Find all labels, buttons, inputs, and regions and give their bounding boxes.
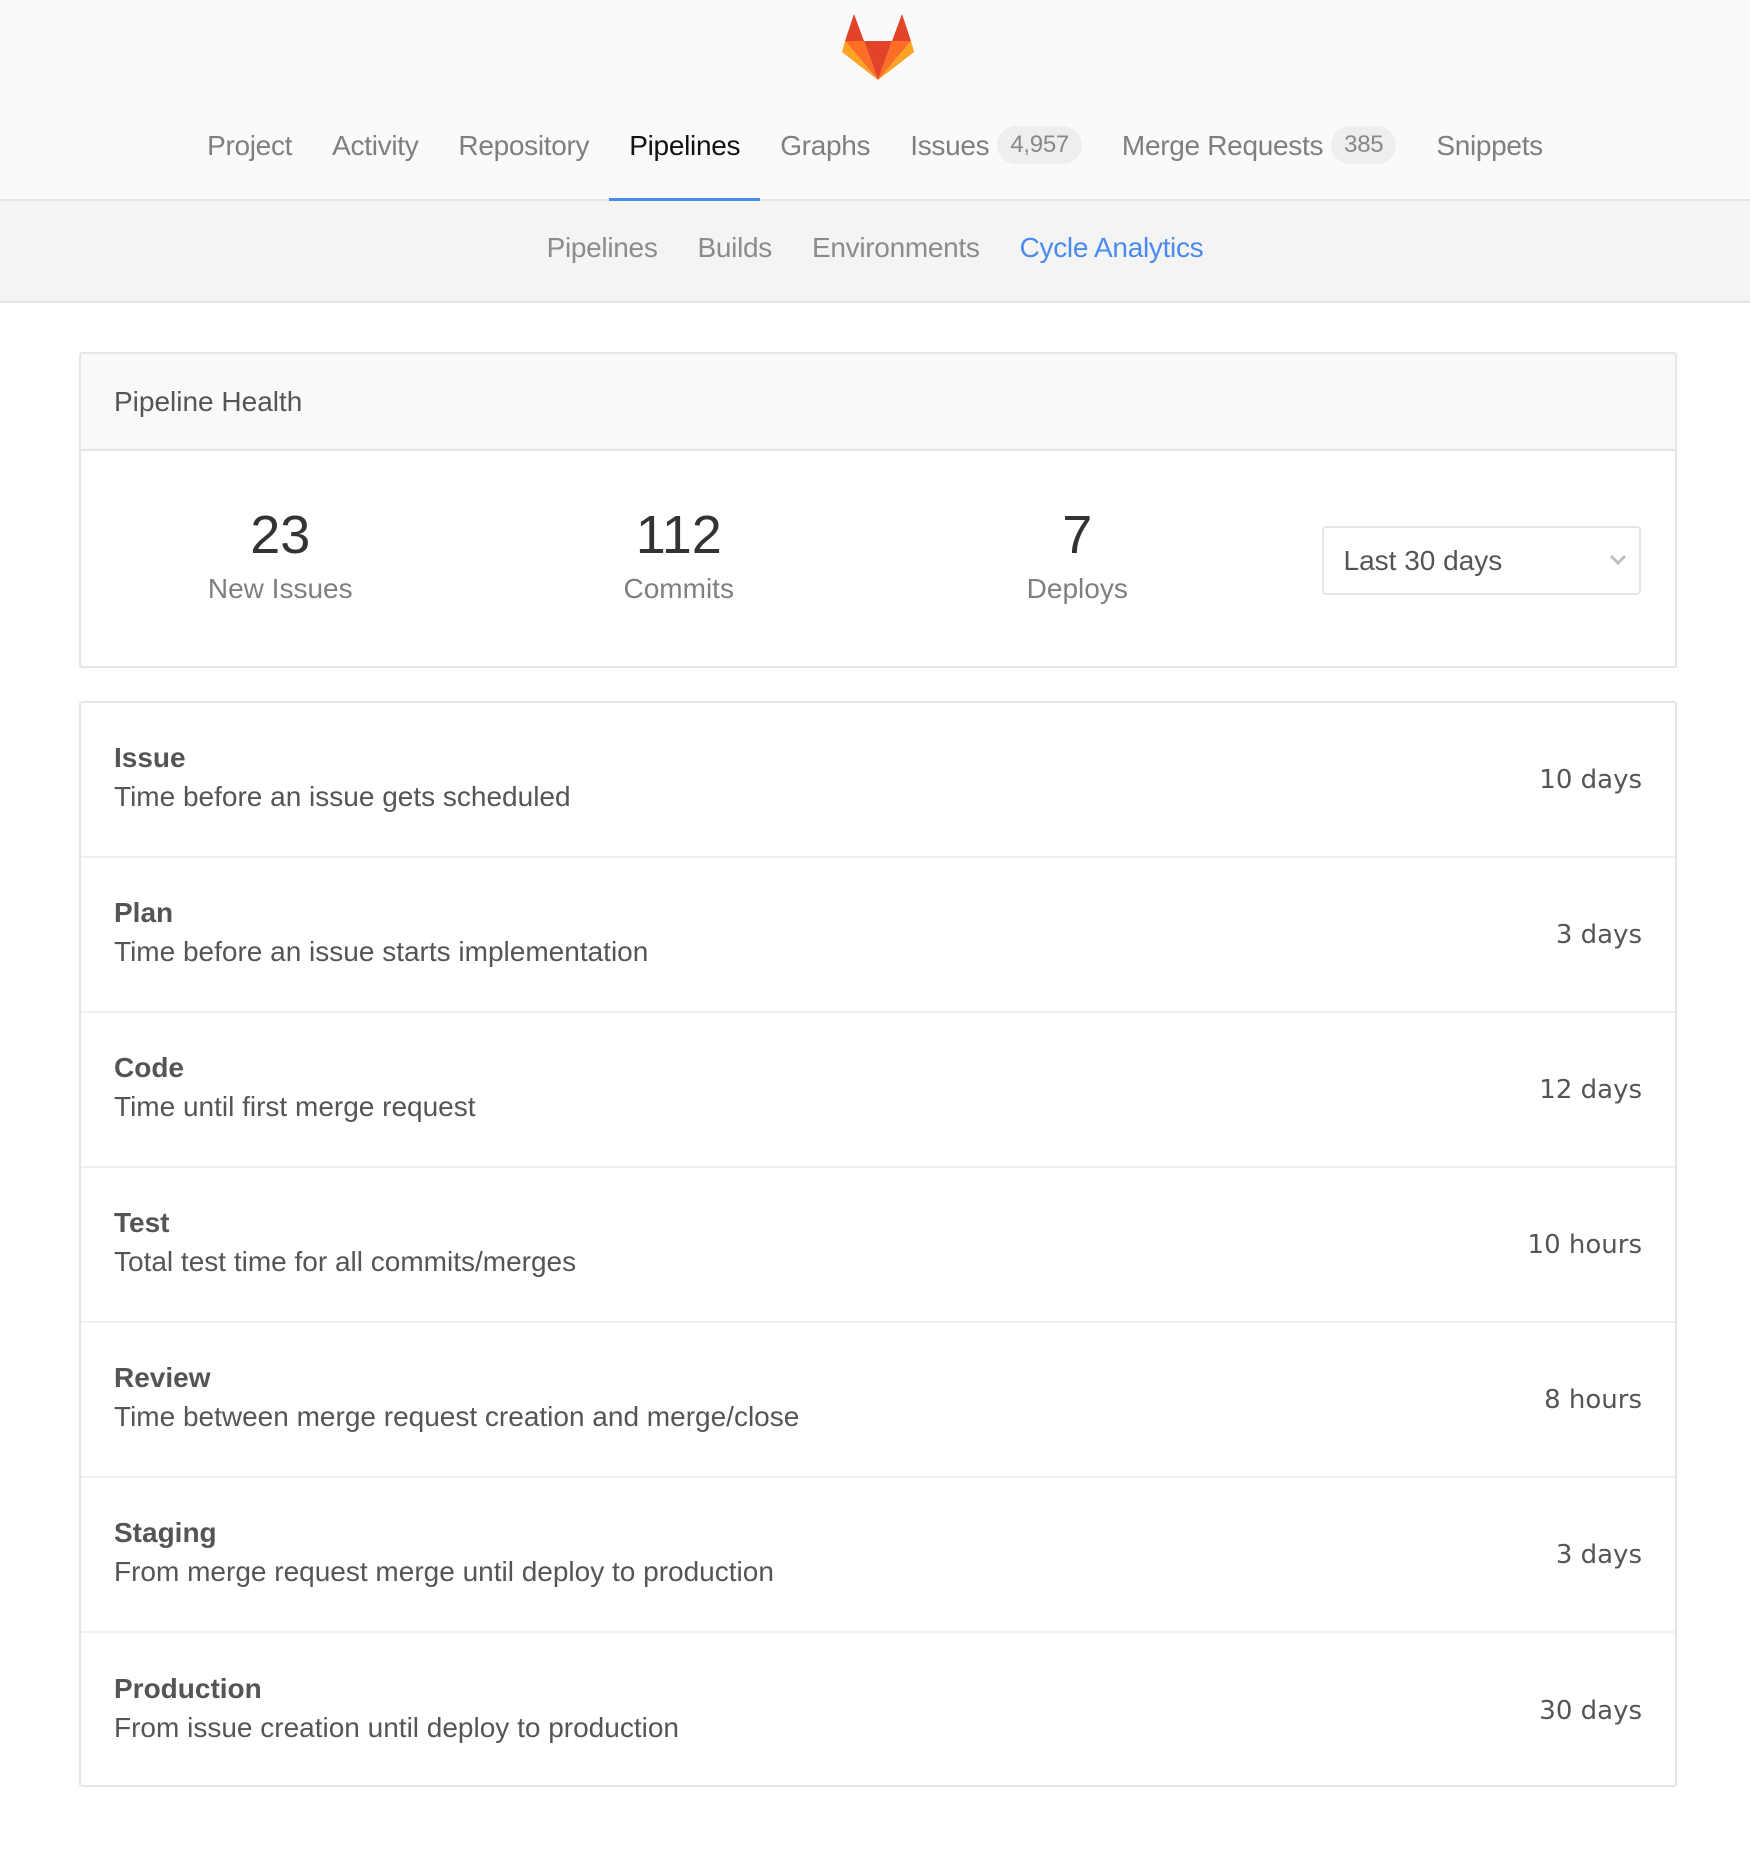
stage-value: 10 days — [1539, 764, 1642, 795]
pipeline-health-title: Pipeline Health — [81, 354, 1675, 451]
issues-count-badge: 4,957 — [997, 126, 1082, 164]
stage-value: 8 hours — [1544, 1384, 1642, 1415]
nav-label: Issues — [910, 130, 990, 161]
stage-row-staging: Staging From merge request merge until de… — [81, 1478, 1675, 1633]
nav-label: Merge Requests — [1121, 130, 1324, 161]
nav-label: Project — [207, 130, 293, 161]
nav-label: Activity — [332, 130, 419, 161]
pipeline-health-stats: 23 New Issues 112 Commits 7 Deploys Last… — [81, 451, 1675, 666]
nav-repository[interactable]: Repository — [438, 120, 609, 201]
stage-description: From merge request merge until deploy to… — [114, 1556, 774, 1587]
sub-nav: Pipelines Builds Environments Cycle Anal… — [0, 201, 1750, 303]
nav-project[interactable]: Project — [187, 120, 312, 201]
main-nav: Project Activity Repository Pipelines Gr… — [0, 120, 1750, 202]
stat-value: 7 — [1062, 505, 1093, 565]
nav-label: Graphs — [780, 130, 871, 161]
date-range-select[interactable]: Last 30 days — [1321, 526, 1641, 595]
stat-commits: 112 Commits — [480, 451, 879, 666]
gitlab-logo-icon[interactable] — [842, 14, 914, 82]
stage-value: 30 days — [1539, 1695, 1642, 1726]
stage-row-issue: Issue Time before an issue gets scheduled… — [81, 703, 1675, 858]
subnav-cycle-analytics[interactable]: Cycle Analytics — [1000, 232, 1224, 264]
stage-row-review: Review Time between merge request creatio… — [81, 1323, 1675, 1478]
stage-row-plan: Plan Time before an issue starts implemen… — [81, 858, 1675, 1013]
subnav-builds[interactable]: Builds — [678, 232, 792, 264]
stages-panel: Issue Time before an issue gets scheduled… — [79, 701, 1677, 1787]
nav-snippets[interactable]: Snippets — [1416, 120, 1563, 201]
nav-activity[interactable]: Activity — [312, 120, 438, 201]
stage-title: Review — [114, 1362, 211, 1393]
stage-description: Total test time for all commits/merges — [114, 1246, 577, 1277]
nav-pipelines[interactable]: Pipelines — [609, 120, 761, 202]
nav-label: Repository — [458, 130, 590, 161]
stat-label: New Issues — [207, 573, 353, 604]
stage-title: Test — [114, 1207, 170, 1238]
stage-value: 12 days — [1539, 1074, 1642, 1105]
stage-row-production: Production From issue creation until depl… — [81, 1633, 1675, 1788]
stage-value: 3 days — [1555, 1539, 1642, 1570]
range-select-wrap: Last 30 days — [1277, 451, 1676, 666]
stage-title: Production — [114, 1673, 262, 1704]
stage-description: Time before an issue gets scheduled — [114, 781, 571, 812]
stat-label: Deploys — [1026, 573, 1128, 604]
stage-value: 10 hours — [1527, 1229, 1642, 1260]
pipeline-health-panel: Pipeline Health 23 New Issues 112 Commit… — [79, 352, 1677, 668]
stage-title: Code — [114, 1052, 184, 1083]
stage-description: Time before an issue starts implementati… — [114, 936, 649, 967]
stage-row-test: Test Total test time for all commits/merg… — [81, 1168, 1675, 1323]
nav-label: Pipelines — [629, 130, 741, 161]
stat-label: Commits — [623, 573, 734, 604]
stage-description: Time between merge request creation and … — [114, 1401, 800, 1432]
subnav-pipelines[interactable]: Pipelines — [527, 232, 678, 264]
stage-row-code: Code Time until first merge request 12 da… — [81, 1013, 1675, 1168]
nav-merge-requests[interactable]: Merge Requests 385 — [1102, 120, 1416, 201]
nav-graphs[interactable]: Graphs — [760, 120, 890, 201]
stage-title: Staging — [114, 1517, 217, 1548]
chevron-down-icon — [1609, 554, 1626, 566]
date-range-value: Last 30 days — [1343, 544, 1503, 576]
stat-deploys: 7 Deploys — [878, 451, 1277, 666]
nav-label: Snippets — [1436, 130, 1543, 161]
subnav-environments[interactable]: Environments — [792, 232, 1000, 264]
stage-value: 3 days — [1555, 919, 1642, 950]
stage-description: From issue creation until deploy to prod… — [114, 1712, 679, 1743]
nav-issues[interactable]: Issues 4,957 — [890, 120, 1102, 201]
stage-description: Time until first merge request — [114, 1091, 476, 1122]
stat-value: 112 — [635, 505, 722, 565]
stat-value: 23 — [250, 505, 311, 565]
stage-title: Issue — [114, 742, 186, 773]
merge-requests-count-badge: 385 — [1331, 126, 1397, 164]
stage-title: Plan — [114, 897, 174, 928]
top-header: Project Activity Repository Pipelines Gr… — [0, 0, 1750, 202]
stat-new-issues: 23 New Issues — [81, 451, 480, 666]
